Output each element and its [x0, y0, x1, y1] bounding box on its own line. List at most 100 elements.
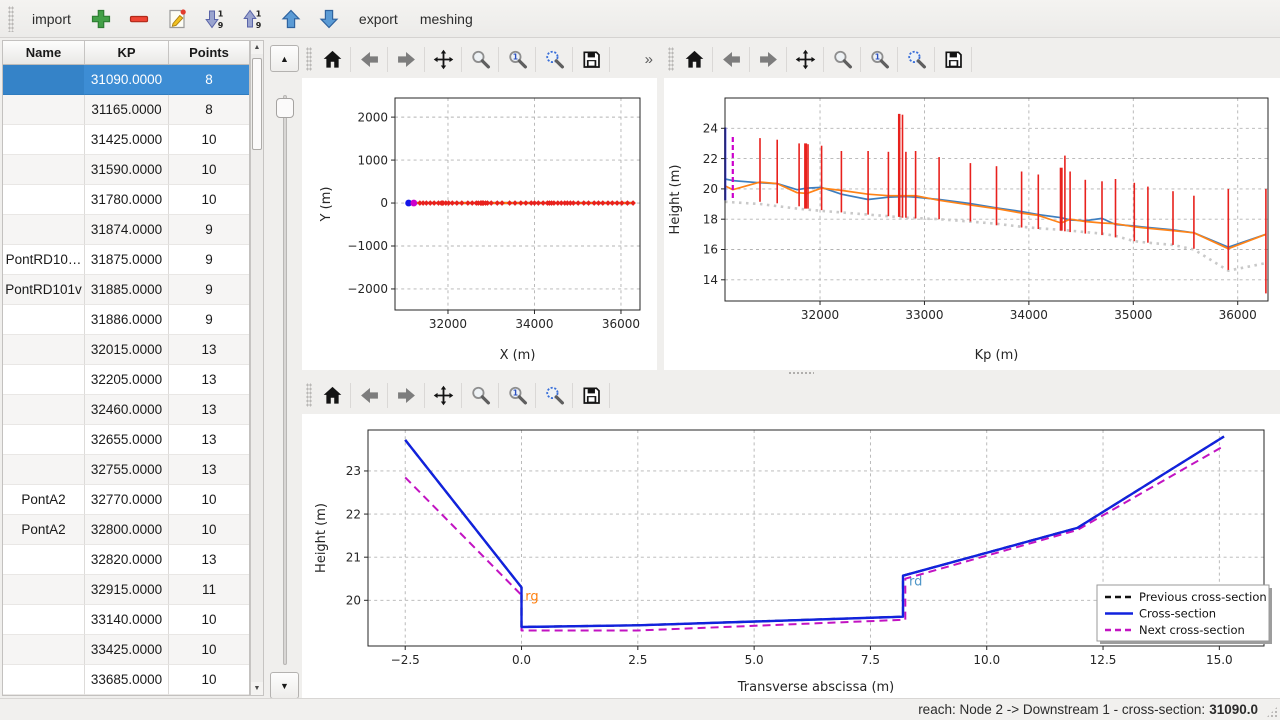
cell-points[interactable]: 13 — [169, 335, 249, 365]
pan-button[interactable] — [789, 44, 821, 74]
column-header-points[interactable]: Points — [169, 41, 249, 64]
table-row[interactable]: PontRD101v31885.00009 — [3, 275, 249, 305]
table-row[interactable]: 31090.00008 — [3, 65, 249, 95]
cross-section-chart[interactable]: −2.50.02.55.07.510.012.515.020212223Tran… — [302, 414, 1280, 700]
sort-descending-button[interactable]: 19 — [199, 4, 231, 34]
cell-points[interactable]: 9 — [169, 275, 249, 305]
zoom-rect-button[interactable] — [900, 44, 932, 74]
cell-kp[interactable]: 33140.0000 — [85, 605, 169, 635]
cell-points[interactable]: 10 — [169, 125, 249, 155]
table-row[interactable]: 32460.000013 — [3, 395, 249, 425]
cell-name[interactable] — [3, 575, 85, 605]
export-button[interactable]: export — [351, 4, 406, 34]
scrollbar-thumb[interactable] — [252, 58, 262, 150]
cell-points[interactable]: 8 — [169, 95, 249, 125]
cell-name[interactable] — [3, 665, 85, 695]
column-header-kp[interactable]: KP — [85, 41, 169, 64]
scrollbar-track[interactable] — [251, 54, 263, 682]
column-header-name[interactable]: Name — [3, 41, 85, 64]
cell-name[interactable] — [3, 365, 85, 395]
table-row[interactable]: 32015.000013 — [3, 335, 249, 365]
cell-kp[interactable]: 33685.0000 — [85, 665, 169, 695]
toolbar-drag-handle[interactable] — [668, 47, 674, 71]
toolbar-drag-handle[interactable] — [306, 47, 312, 71]
cell-name[interactable] — [3, 635, 85, 665]
table-row[interactable]: 33425.000010 — [3, 635, 249, 665]
scroll-up-icon[interactable]: ▲ — [251, 41, 263, 54]
cell-name[interactable] — [3, 305, 85, 335]
cell-name[interactable]: PontA2 — [3, 515, 85, 545]
cell-kp[interactable]: 31425.0000 — [85, 125, 169, 155]
cell-points[interactable]: 13 — [169, 365, 249, 395]
slider-up-button[interactable]: ▲ — [270, 45, 299, 72]
zoom-rect-button[interactable] — [538, 380, 570, 410]
import-button[interactable]: import — [24, 4, 79, 34]
pan-button[interactable] — [427, 44, 459, 74]
cell-kp[interactable]: 31780.0000 — [85, 185, 169, 215]
zoom-rect-button[interactable] — [538, 44, 570, 74]
cell-kp[interactable]: 31874.0000 — [85, 215, 169, 245]
remove-cross-section-button[interactable] — [123, 4, 155, 34]
cell-points[interactable]: 9 — [169, 245, 249, 275]
cell-points[interactable]: 10 — [169, 605, 249, 635]
cell-kp[interactable]: 32655.0000 — [85, 425, 169, 455]
forward-button[interactable] — [390, 44, 422, 74]
cell-points[interactable]: 10 — [169, 155, 249, 185]
table-row[interactable]: 32915.000011 — [3, 575, 249, 605]
toolbar-drag-handle[interactable] — [8, 6, 14, 32]
slider-track[interactable] — [283, 95, 287, 665]
slider-handle[interactable] — [276, 98, 294, 118]
cell-points[interactable]: 10 — [169, 485, 249, 515]
add-cross-section-button[interactable] — [85, 4, 117, 34]
cell-points[interactable]: 9 — [169, 305, 249, 335]
zoom-one-button[interactable]: 1 — [863, 44, 895, 74]
cell-name[interactable] — [3, 125, 85, 155]
cell-kp[interactable]: 32915.0000 — [85, 575, 169, 605]
back-button[interactable] — [715, 44, 747, 74]
plan-view-chart[interactable]: 320003400036000−2000−1000010002000X (m)Y… — [302, 78, 657, 368]
vertical-splitter[interactable] — [657, 40, 664, 370]
cell-points[interactable]: 13 — [169, 545, 249, 575]
forward-button[interactable] — [752, 44, 784, 74]
cell-kp[interactable]: 32205.0000 — [85, 365, 169, 395]
meshing-button[interactable]: meshing — [412, 4, 481, 34]
sort-ascending-button[interactable]: 19 — [237, 4, 269, 34]
table-row[interactable]: 33140.000010 — [3, 605, 249, 635]
cell-points[interactable]: 9 — [169, 215, 249, 245]
cell-points[interactable]: 10 — [169, 665, 249, 695]
table-row[interactable]: 31780.000010 — [3, 185, 249, 215]
cell-points[interactable]: 13 — [169, 455, 249, 485]
table-row[interactable]: PontA232800.000010 — [3, 515, 249, 545]
cell-points[interactable]: 10 — [169, 635, 249, 665]
toolbar-drag-handle[interactable] — [306, 383, 312, 407]
cell-kp[interactable]: 31090.0000 — [85, 65, 169, 95]
cell-kp[interactable]: 31165.0000 — [85, 95, 169, 125]
cell-name[interactable]: PontRD10… — [3, 245, 85, 275]
cell-kp[interactable]: 31590.0000 — [85, 155, 169, 185]
forward-button[interactable] — [390, 380, 422, 410]
table-row[interactable]: 32755.000013 — [3, 455, 249, 485]
zoom-button[interactable] — [826, 44, 858, 74]
longitudinal-profile-chart[interactable]: 3200033000340003500036000141618202224Kp … — [664, 78, 1280, 368]
cell-name[interactable] — [3, 395, 85, 425]
cell-kp[interactable]: 31875.0000 — [85, 245, 169, 275]
table-row[interactable]: 33685.000010 — [3, 665, 249, 695]
cell-points[interactable]: 10 — [169, 515, 249, 545]
cell-points[interactable]: 10 — [169, 185, 249, 215]
cell-name[interactable] — [3, 95, 85, 125]
zoom-one-button[interactable]: 1 — [501, 380, 533, 410]
cell-kp[interactable]: 32770.0000 — [85, 485, 169, 515]
table-row[interactable]: 31874.00009 — [3, 215, 249, 245]
table-row[interactable]: PontA232770.000010 — [3, 485, 249, 515]
cell-kp[interactable]: 32015.0000 — [85, 335, 169, 365]
table-row[interactable]: 31886.00009 — [3, 305, 249, 335]
pan-button[interactable] — [427, 380, 459, 410]
cell-name[interactable] — [3, 65, 85, 95]
table-row[interactable]: 31165.00008 — [3, 95, 249, 125]
scroll-down-icon[interactable]: ▼ — [251, 682, 263, 695]
move-up-button[interactable] — [275, 4, 307, 34]
save-button[interactable] — [575, 44, 607, 74]
cell-name[interactable] — [3, 335, 85, 365]
cell-kp[interactable]: 32800.0000 — [85, 515, 169, 545]
cell-kp[interactable]: 32755.0000 — [85, 455, 169, 485]
